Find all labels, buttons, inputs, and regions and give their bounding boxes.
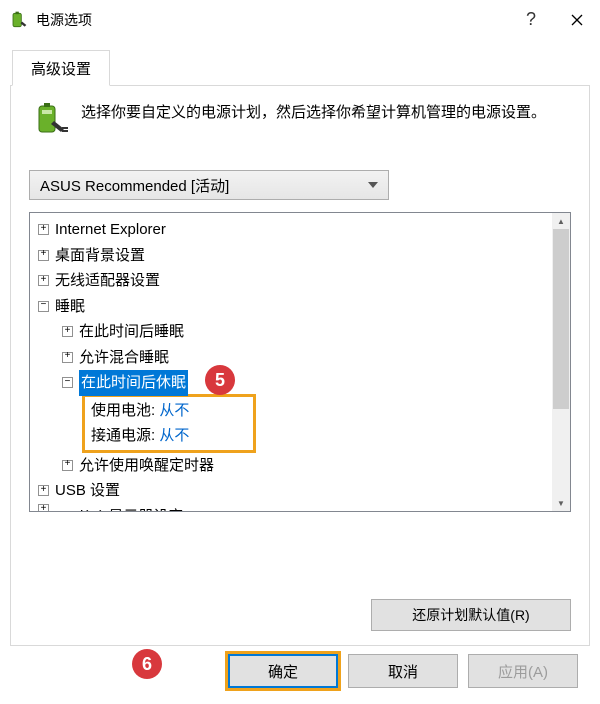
close-icon (571, 14, 583, 26)
expand-icon[interactable]: + (38, 504, 49, 511)
tab-label: 高级设置 (31, 58, 91, 79)
tree-label: 在此时间后睡眠 (79, 319, 184, 345)
annotation-6: 6 (132, 649, 162, 679)
vertical-scrollbar[interactable]: ▲ ▼ (552, 213, 570, 511)
tree-item-wireless[interactable]: + 无线适配器设置 (30, 268, 552, 294)
tab-page: 选择你要自定义的电源计划，然后选择你希望计算机管理的电源设置。 ASUS Rec… (10, 86, 590, 646)
expand-icon[interactable]: + (38, 485, 49, 496)
cancel-button[interactable]: 取消 (348, 654, 458, 688)
tab-strip: 高级设置 (10, 50, 590, 86)
window-title: 电源选项 (36, 10, 92, 30)
power-plan-selected: ASUS Recommended [活动] (40, 175, 229, 196)
expand-icon[interactable]: + (38, 250, 49, 261)
cancel-label: 取消 (388, 661, 418, 682)
tree-leaf-on-battery[interactable]: 使用电池: 从不 (87, 398, 251, 424)
tree-item-wake-timers[interactable]: + 允许使用唤醒定时器 (30, 453, 552, 479)
on-battery-value[interactable]: 从不 (159, 402, 189, 419)
chevron-down-icon (362, 174, 384, 196)
settings-tree: + Internet Explorer + 桌面背景设置 + 无线适配器设置 −… (29, 212, 571, 512)
ok-label: 确定 (268, 661, 298, 682)
scrollbar-thumb[interactable] (553, 229, 569, 409)
apply-label: 应用(A) (498, 661, 548, 682)
restore-defaults-button[interactable]: 还原计划默认值(R) (371, 599, 571, 631)
tree-label: Internet Explorer (55, 217, 166, 243)
scroll-down-arrow-icon[interactable]: ▼ (552, 495, 570, 511)
tree-label: 睡眠 (55, 294, 85, 320)
expand-icon[interactable]: + (38, 224, 49, 235)
tree-item-desktop-bg[interactable]: + 桌面背景设置 (30, 243, 552, 269)
expand-icon[interactable]: + (38, 275, 49, 286)
tree-label: USB 设置 (55, 478, 120, 504)
expand-icon[interactable]: + (62, 460, 73, 471)
plugged-in-value[interactable]: 从不 (159, 427, 189, 444)
collapse-icon[interactable]: − (38, 301, 49, 312)
tree-label: 桌面背景设置 (55, 243, 145, 269)
tree-item-hibernate-after[interactable]: − 在此时间后休眠 5 (30, 370, 552, 396)
apply-button[interactable]: 应用(A) (468, 654, 578, 688)
tree-label: 允许混合睡眠 (79, 345, 169, 371)
tree-item-intel-graphics[interactable]: + Intel(R) 显示器设定 (30, 504, 552, 512)
description-text: 选择你要自定义的电源计划，然后选择你希望计算机管理的电源设置。 (81, 100, 546, 126)
tree-label: 允许使用唤醒定时器 (79, 453, 214, 479)
on-battery-label: 使用电池: (91, 402, 155, 419)
power-plan-dropdown[interactable]: ASUS Recommended [活动] (29, 170, 389, 200)
tree-item-hybrid-sleep[interactable]: + 允许混合睡眠 (30, 345, 552, 371)
tree-label-selected: 在此时间后休眠 (79, 370, 188, 396)
restore-defaults-label: 还原计划默认值(R) (412, 605, 529, 625)
help-button[interactable]: ? (508, 0, 554, 40)
ok-button[interactable]: 确定 (228, 654, 338, 688)
tree-item-ie[interactable]: + Internet Explorer (30, 217, 552, 243)
question-icon: ? (526, 9, 536, 30)
expand-icon[interactable]: + (62, 326, 73, 337)
tree-item-sleep-after[interactable]: + 在此时间后睡眠 (30, 319, 552, 345)
title-bar: 电源选项 ? (0, 0, 600, 40)
tree-label: Intel(R) 显示器设定 (55, 504, 183, 512)
expand-icon[interactable]: + (62, 352, 73, 363)
tree-viewport: + Internet Explorer + 桌面背景设置 + 无线适配器设置 −… (30, 213, 552, 511)
highlight-box-5: 使用电池: 从不 接通电源: 从不 (82, 394, 256, 453)
collapse-icon[interactable]: − (62, 377, 73, 388)
tree-item-sleep[interactable]: − 睡眠 (30, 294, 552, 320)
power-options-icon (8, 10, 28, 30)
dialog-button-row: 6 确定 取消 应用(A) (0, 654, 600, 704)
battery-plug-icon (29, 100, 69, 140)
tab-advanced-settings[interactable]: 高级设置 (12, 50, 110, 86)
tree-item-usb[interactable]: + USB 设置 (30, 478, 552, 504)
close-button[interactable] (554, 0, 600, 40)
tree-label: 无线适配器设置 (55, 268, 160, 294)
annotation-5: 5 (205, 365, 235, 395)
scroll-up-arrow-icon[interactable]: ▲ (552, 213, 570, 229)
tree-leaf-plugged-in[interactable]: 接通电源: 从不 (87, 423, 251, 449)
plugged-in-label: 接通电源: (91, 427, 155, 444)
